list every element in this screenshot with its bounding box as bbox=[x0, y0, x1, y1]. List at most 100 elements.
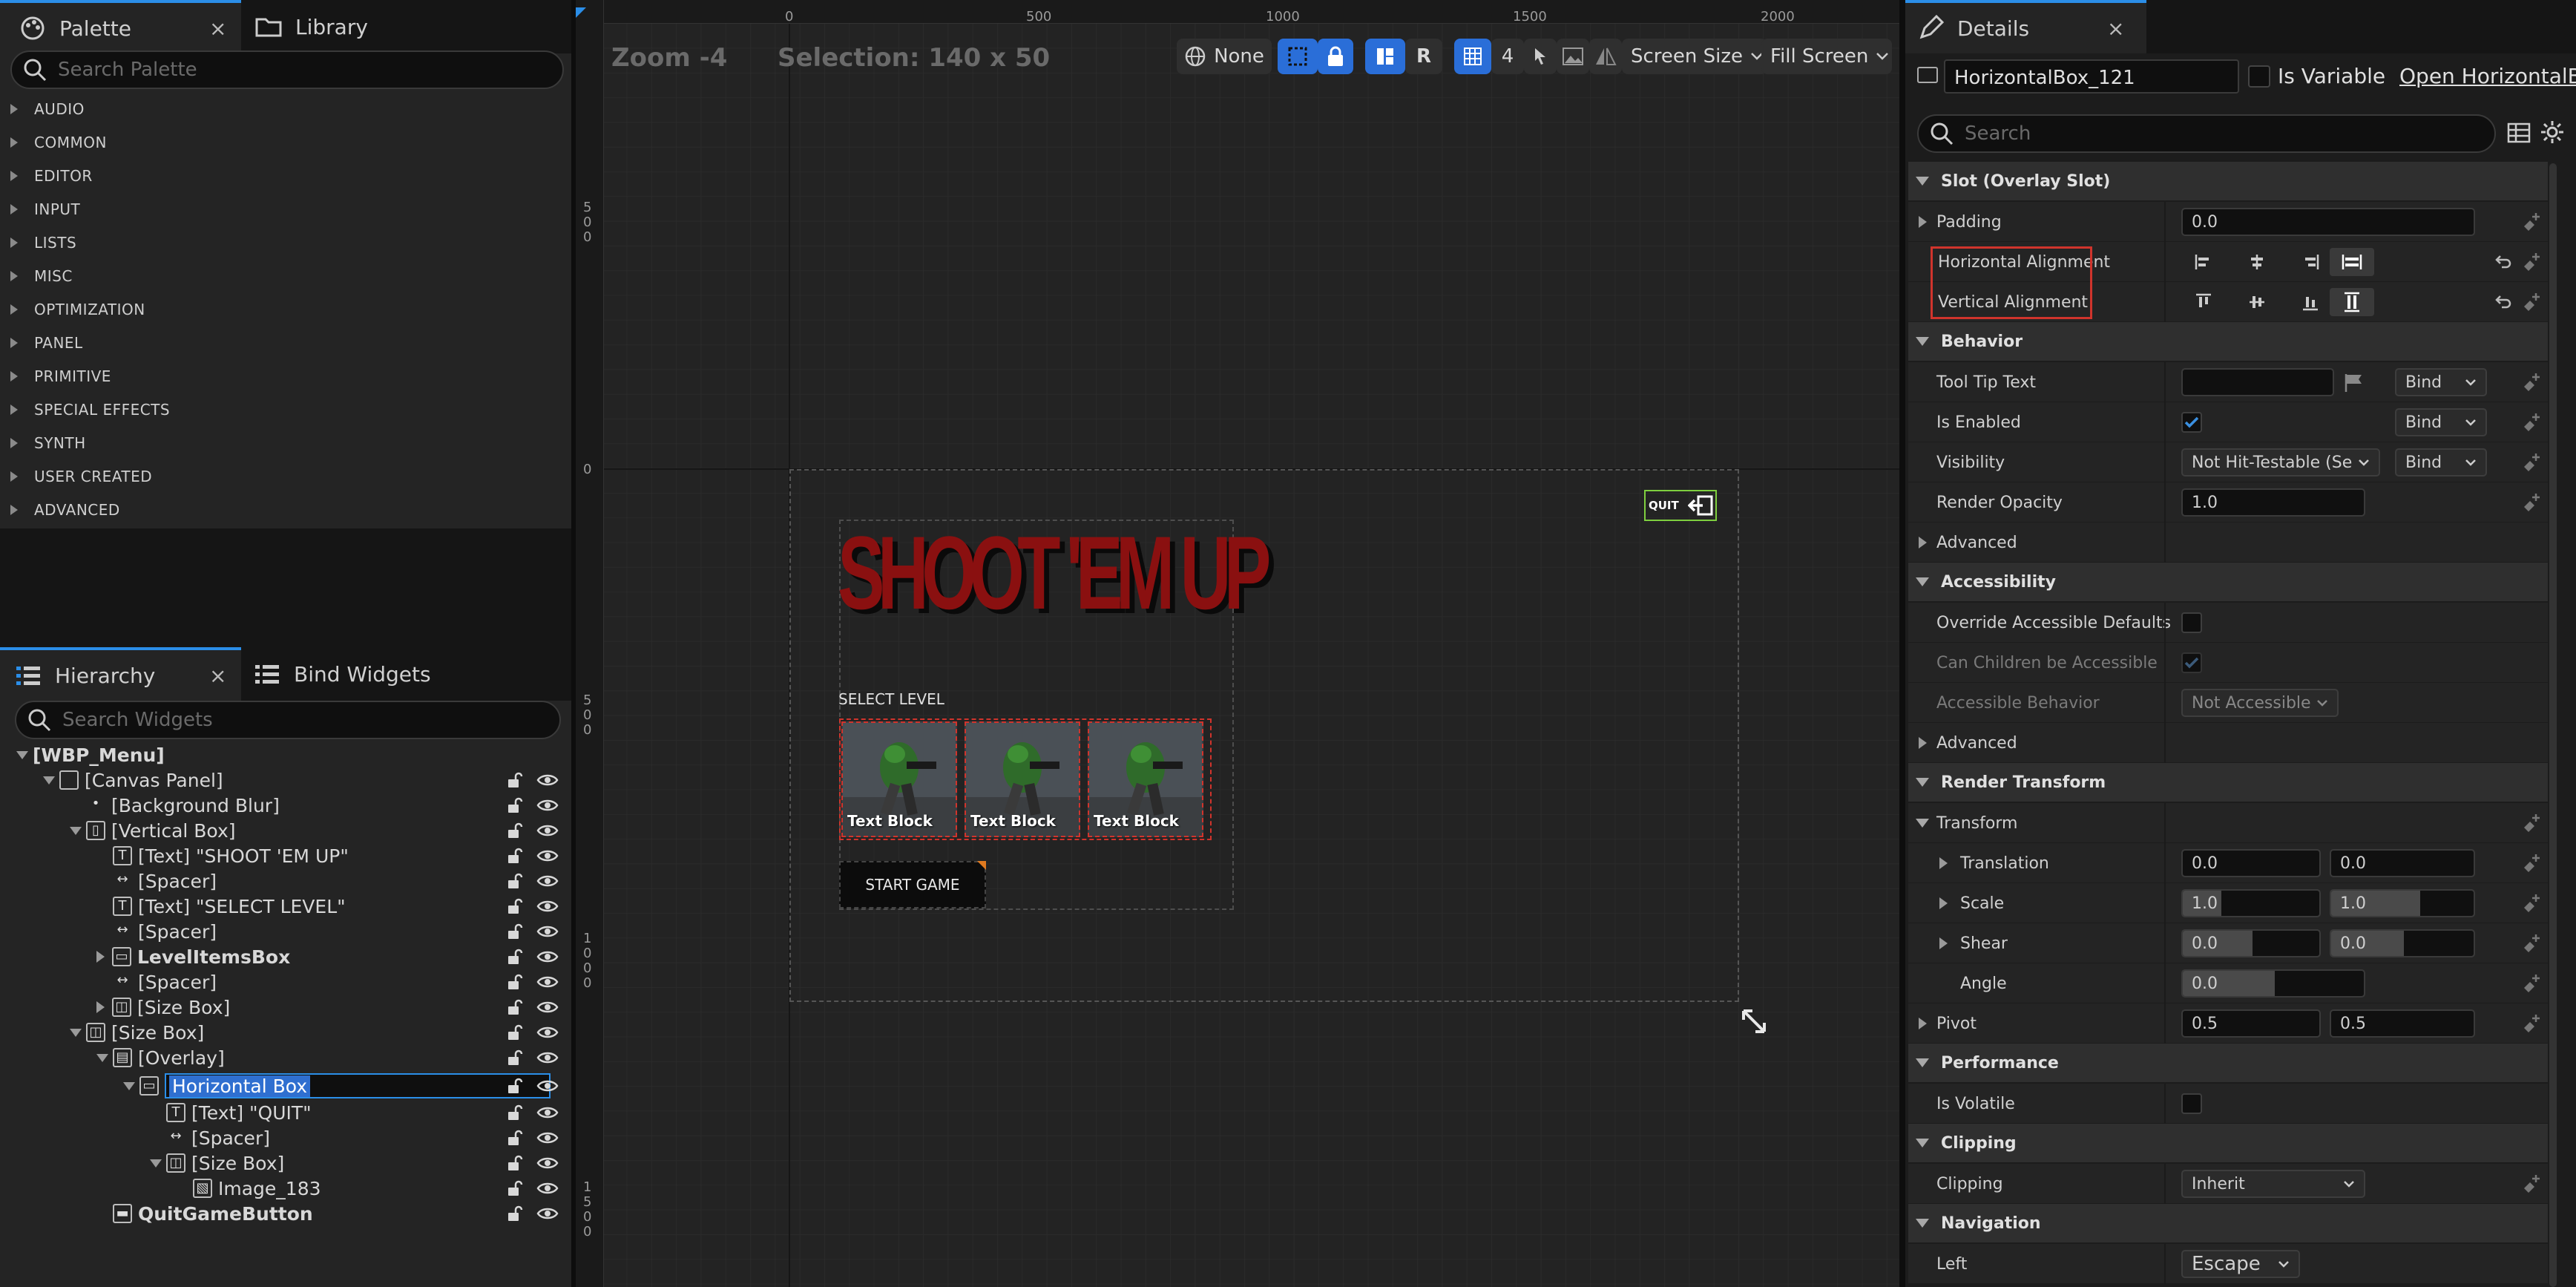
eye-icon[interactable] bbox=[536, 847, 559, 865]
tab-bind-widgets[interactable]: Bind Widgets bbox=[243, 647, 481, 701]
hierarchy-item[interactable]: [WBP_Menu] bbox=[7, 742, 568, 767]
outline-toggle[interactable] bbox=[1278, 39, 1318, 74]
hierarchy-item[interactable]: T [Text] "QUIT" bbox=[7, 1100, 568, 1125]
respect-locks-toggle[interactable] bbox=[1365, 39, 1405, 74]
settings-gear-icon[interactable] bbox=[2539, 119, 2566, 145]
hierarchy-item[interactable]: T [Text] "SELECT LEVEL" bbox=[7, 894, 568, 919]
eye-icon[interactable] bbox=[536, 1129, 559, 1147]
lock-icon[interactable] bbox=[505, 1154, 523, 1172]
lock-icon[interactable] bbox=[505, 973, 523, 991]
v-align-center-icon[interactable] bbox=[2235, 288, 2279, 316]
tooltip-input[interactable] bbox=[2181, 368, 2334, 396]
close-icon[interactable]: × bbox=[209, 16, 226, 41]
eye-icon[interactable] bbox=[536, 872, 559, 890]
lock-icon[interactable] bbox=[505, 822, 523, 839]
lock-toggle[interactable] bbox=[1318, 39, 1353, 74]
eye-icon[interactable] bbox=[536, 998, 559, 1016]
palette-category-audio[interactable]: AUDIO bbox=[10, 92, 559, 125]
lock-icon[interactable] bbox=[505, 948, 523, 966]
keyframe-icon[interactable] bbox=[2521, 813, 2542, 834]
lock-icon[interactable] bbox=[505, 1205, 523, 1222]
resize-handle-icon[interactable] bbox=[1739, 1006, 1769, 1036]
prop-advanced-accessibility[interactable]: Advanced bbox=[1908, 723, 2548, 763]
pivot-y-input[interactable]: 0.5 bbox=[2330, 1009, 2475, 1038]
keyframe-icon[interactable] bbox=[2521, 853, 2542, 874]
shear-x-slider[interactable]: 0.0 bbox=[2181, 929, 2321, 957]
hierarchy-item[interactable]: ▭ Horizontal Box bbox=[7, 1073, 568, 1098]
lock-icon[interactable] bbox=[505, 923, 523, 940]
lock-icon[interactable] bbox=[505, 1179, 523, 1197]
prop-advanced-behavior[interactable]: Advanced bbox=[1908, 523, 2548, 563]
section-accessibility[interactable]: Accessibility bbox=[1908, 563, 2548, 601]
eye-icon[interactable] bbox=[536, 822, 559, 839]
tab-palette[interactable]: Palette × bbox=[0, 0, 241, 53]
keyframe-icon[interactable] bbox=[2521, 1173, 2542, 1194]
visibility-bind-dropdown[interactable]: Bind bbox=[2395, 448, 2487, 477]
lock-icon[interactable] bbox=[505, 771, 523, 789]
lock-icon[interactable] bbox=[505, 796, 523, 814]
section-clipping[interactable]: Clipping bbox=[1908, 1124, 2548, 1162]
hierarchy-item[interactable]: [Canvas Panel] bbox=[7, 767, 568, 793]
keyframe-icon[interactable] bbox=[2521, 933, 2542, 954]
collapse-arrow-icon[interactable] bbox=[70, 1028, 82, 1037]
collapse-arrow-icon[interactable] bbox=[150, 1159, 162, 1168]
keyframe-icon[interactable] bbox=[2521, 893, 2542, 914]
level-item-button[interactable]: Text Block bbox=[1088, 721, 1203, 837]
tab-library[interactable]: Library bbox=[243, 0, 466, 53]
widget-name-input[interactable]: HorizontalBox_121 bbox=[1944, 59, 2239, 94]
hierarchy-item[interactable]: ▯ [Vertical Box] bbox=[7, 818, 568, 843]
expand-arrow-icon[interactable] bbox=[1919, 537, 1927, 548]
keyframe-icon[interactable] bbox=[2521, 412, 2542, 433]
grid-snap-toggle[interactable] bbox=[1454, 39, 1491, 74]
collapse-arrow-icon[interactable] bbox=[123, 1081, 135, 1090]
designer-viewport[interactable]: 0 500 1000 1500 2000 500 0 500 1000 1500… bbox=[576, 0, 1899, 1287]
expand-arrow-icon[interactable] bbox=[1919, 737, 1927, 749]
palette-category-lists[interactable]: LISTS bbox=[10, 226, 559, 259]
open-horizontal-box-link[interactable]: Open HorizontalBo bbox=[2399, 64, 2576, 88]
palette-category-common[interactable]: COMMON bbox=[10, 125, 559, 159]
padding-input[interactable]: 0.0 bbox=[2181, 208, 2475, 236]
eye-icon[interactable] bbox=[536, 771, 559, 789]
canvas-title-text[interactable]: SHOOT 'EM UP bbox=[838, 514, 1271, 632]
level-item-button[interactable]: Text Block bbox=[841, 721, 957, 837]
screen-size-dropdown[interactable]: Screen Size bbox=[1622, 39, 1767, 74]
background-button[interactable] bbox=[1557, 39, 1589, 74]
r-toggle[interactable]: R bbox=[1405, 39, 1442, 74]
eye-icon[interactable] bbox=[536, 1205, 559, 1222]
prop-transform-group[interactable]: Transform bbox=[1908, 803, 2548, 843]
localization-button[interactable]: None bbox=[1177, 39, 1272, 74]
hierarchy-item[interactable]: ▧ Image_183 bbox=[7, 1176, 568, 1201]
pivot-x-input[interactable]: 0.5 bbox=[2181, 1009, 2321, 1038]
section-navigation[interactable]: Navigation bbox=[1908, 1204, 2548, 1242]
palette-category-special-effects[interactable]: SPECIAL EFFECTS bbox=[10, 393, 559, 426]
translation-x-input[interactable]: 0.0 bbox=[2181, 849, 2321, 877]
expand-arrow-icon[interactable] bbox=[1939, 857, 1948, 869]
lock-icon[interactable] bbox=[505, 1024, 523, 1041]
section-performance[interactable]: Performance bbox=[1908, 1044, 2548, 1082]
scale-x-slider[interactable]: 1.0 bbox=[2181, 889, 2321, 917]
keyframe-icon[interactable] bbox=[2521, 212, 2542, 232]
eye-icon[interactable] bbox=[536, 1179, 559, 1197]
palette-category-editor[interactable]: EDITOR bbox=[10, 159, 559, 192]
tooltip-bind-dropdown[interactable]: Bind bbox=[2395, 368, 2487, 396]
keyframe-icon[interactable] bbox=[2521, 973, 2542, 994]
nav-left-dropdown[interactable]: Escape bbox=[2181, 1250, 2300, 1278]
section-slot[interactable]: Slot (Overlay Slot) bbox=[1908, 162, 2548, 200]
hierarchy-item[interactable]: ↔ [Spacer] bbox=[7, 919, 568, 944]
is-variable-checkbox[interactable] bbox=[2248, 65, 2270, 88]
lock-icon[interactable] bbox=[505, 1049, 523, 1067]
expand-arrow-icon[interactable] bbox=[96, 1001, 105, 1013]
lock-icon[interactable] bbox=[505, 1129, 523, 1147]
keyframe-icon[interactable] bbox=[2521, 292, 2542, 312]
is-volatile-checkbox[interactable] bbox=[2181, 1093, 2202, 1114]
v-align-top-icon[interactable] bbox=[2181, 288, 2226, 316]
eye-icon[interactable] bbox=[536, 1024, 559, 1041]
hierarchy-item[interactable]: ↔ [Spacer] bbox=[7, 868, 568, 894]
v-align-bottom-icon[interactable] bbox=[2288, 288, 2333, 316]
eye-icon[interactable] bbox=[536, 1104, 559, 1121]
collapse-arrow-icon[interactable] bbox=[16, 750, 28, 759]
expand-arrow-icon[interactable] bbox=[1919, 216, 1927, 228]
palette-search-input[interactable]: Search Palette bbox=[10, 50, 564, 89]
expand-arrow-icon[interactable] bbox=[96, 951, 105, 963]
fill-screen-dropdown[interactable]: Fill Screen bbox=[1761, 39, 1892, 74]
